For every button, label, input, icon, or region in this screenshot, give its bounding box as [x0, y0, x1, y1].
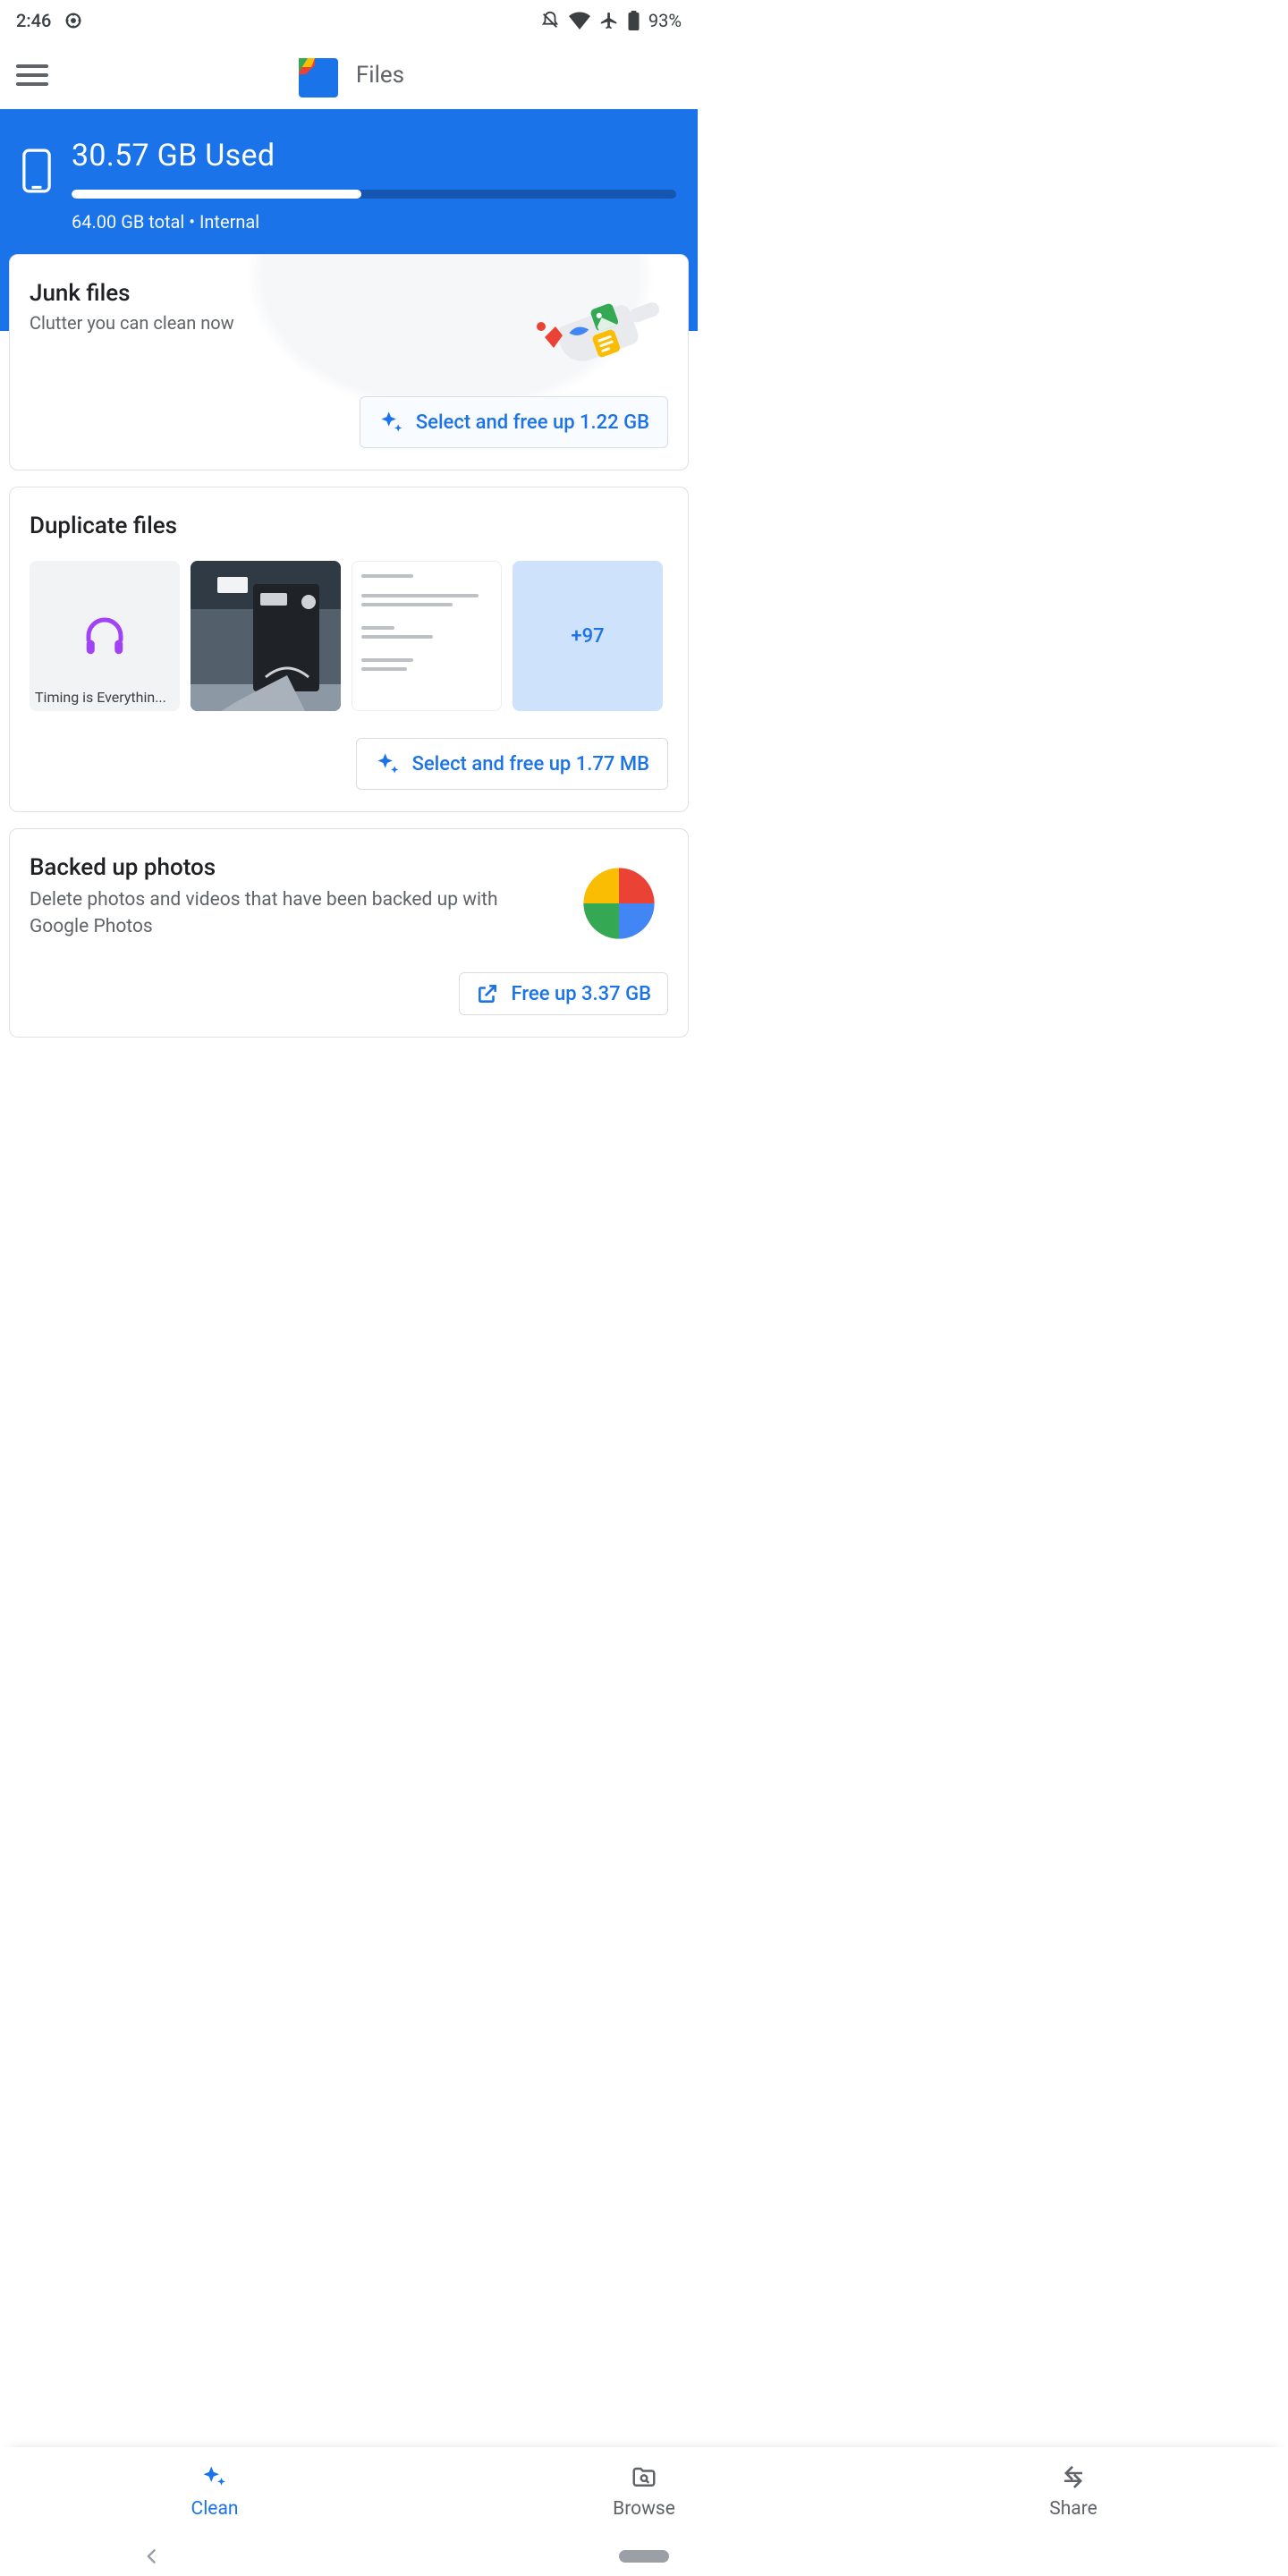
status-bar: 2:46 93%: [0, 0, 698, 41]
device-icon: [21, 148, 52, 197]
google-photos-icon: [570, 854, 668, 953]
folder-search-icon: [628, 2464, 660, 2491]
duplicate-thumb-document[interactable]: [352, 561, 502, 711]
junk-files-card: Junk files Clutter you can clean now Sel…: [9, 254, 689, 470]
menu-button[interactable]: [16, 64, 48, 86]
app-bar: Files: [0, 41, 698, 109]
sparkle-icon: [199, 2464, 231, 2491]
files-app-logo-icon: [293, 53, 338, 97]
open-in-new-icon: [476, 982, 499, 1005]
target-icon: [64, 11, 83, 30]
system-nav-bar: [0, 2537, 1288, 2576]
nav-label: Clean: [191, 2498, 239, 2520]
dustpan-icon: [536, 267, 670, 369]
airplane-mode-icon: [599, 11, 619, 30]
do-not-disturb-icon: [540, 11, 560, 30]
wifi-icon: [569, 12, 590, 30]
status-time: 2:46: [16, 10, 51, 31]
duplicate-thumb-audio[interactable]: Timing is Everythin...: [30, 561, 180, 711]
headphones-icon: [80, 612, 129, 660]
duplicates-free-up-button[interactable]: Select and free up 1.77 MB: [356, 738, 668, 790]
sparkle-icon: [378, 410, 403, 435]
nav-share[interactable]: Share: [859, 2447, 1288, 2537]
card-title: Duplicate files: [30, 513, 668, 539]
card-title: Backed up photos: [30, 854, 547, 881]
storage-progress-bar: [72, 190, 676, 199]
battery-icon: [628, 11, 640, 30]
share-arrows-icon: [1057, 2464, 1089, 2491]
action-label: Select and free up 1.77 MB: [412, 753, 649, 775]
nav-clean[interactable]: Clean: [0, 2447, 429, 2537]
storage-used-label: 30.57 GB Used: [72, 138, 676, 174]
backed-up-photos-card: Backed up photos Delete photos and video…: [9, 828, 689, 1038]
duplicate-files-card: Duplicate files Timing is Everythin...: [9, 487, 689, 812]
nav-label: Browse: [613, 2498, 675, 2520]
app-title: Files: [356, 62, 404, 89]
card-subtitle: Delete photos and videos that have been …: [30, 886, 547, 941]
junk-free-up-button[interactable]: Select and free up 1.22 GB: [360, 396, 668, 448]
storage-total-label: 64.00 GB total • Internal: [72, 211, 676, 233]
duplicate-thumb-photo[interactable]: [191, 561, 341, 711]
system-home-pill[interactable]: [619, 2550, 669, 2563]
nav-browse[interactable]: Browse: [429, 2447, 859, 2537]
battery-percent: 93%: [648, 10, 682, 31]
action-label: Free up 3.37 GB: [512, 983, 651, 1005]
action-label: Select and free up 1.22 GB: [416, 411, 649, 434]
system-back-icon[interactable]: [143, 2547, 161, 2565]
backedup-free-up-button[interactable]: Free up 3.37 GB: [459, 972, 668, 1015]
sparkle-icon: [375, 751, 400, 776]
duplicate-thumb-more[interactable]: +97: [513, 561, 663, 711]
bottom-nav: Clean Browse Share: [0, 2447, 1288, 2537]
thumb-caption: Timing is Everythin...: [35, 689, 174, 706]
nav-label: Share: [1049, 2498, 1097, 2520]
more-count: +97: [571, 625, 604, 648]
